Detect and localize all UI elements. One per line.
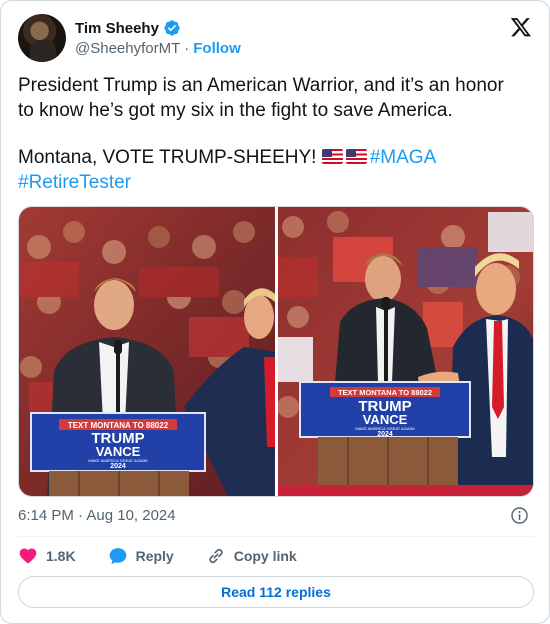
tweet-line-4: #RetireTester [18,171,534,196]
follow-button[interactable]: Follow [193,40,241,57]
tweet-line-2: to know he’s got my six in the fight to … [18,99,453,121]
x-logo-icon[interactable] [510,16,532,38]
hashtag-maga[interactable]: #MAGA [370,147,437,168]
tweet-actions: 1.8K Reply Copy link [18,545,329,567]
read-replies-button[interactable]: Read 112 replies [18,576,534,608]
separator-dot: · [184,40,190,57]
reply-bubble-icon [109,548,126,565]
info-icon[interactable] [510,506,529,525]
divider [18,536,534,537]
verified-badge-icon [164,20,180,36]
sign-banner-left: TEXT MONTANA TO 88022 [68,421,169,430]
photo-left[interactable]: TEXT MONTANA TO 88022 TRUMP VANCE MAKE A… [19,207,275,496]
reply-label: Reply [135,548,174,564]
sign-year-left: 2024 [110,463,126,470]
tweet-text: President Trump is an American Warrior, … [18,74,534,195]
avatar[interactable] [18,14,66,62]
heart-icon [19,548,37,564]
copy-link-button[interactable]: Copy link [206,546,297,566]
copy-link-label: Copy link [233,548,297,564]
hashtag-retiretester[interactable]: #RetireTester [18,172,131,193]
us-flag-icon [345,149,367,164]
photo-right[interactable]: TEXT MONTANA TO 88022 TRUMP VANCE MAKE A… [278,207,533,496]
tweet-header: Tim Sheehy @SheehyforMT · Follow [18,14,534,62]
sign-vance-right: VANCE [363,412,408,427]
tweet-line-3: Montana, VOTE TRUMP-SHEEHY! #MAGA [18,146,534,171]
sign-banner-right: TEXT MONTANA TO 88022 [338,388,432,397]
tweet-card: Tim Sheehy @SheehyforMT · Follow Preside… [0,0,550,624]
author-handle-row: @SheehyforMT · Follow [75,40,241,57]
like-button[interactable]: 1.8K [18,546,76,566]
like-count: 1.8K [46,548,76,564]
tweet-line-3-text: Montana, VOTE TRUMP-SHEEHY! [18,147,317,168]
tweet-line-1: President Trump is an American Warrior, … [18,75,504,96]
author-handle[interactable]: @SheehyforMT [75,40,180,57]
tweet-timestamp[interactable]: 6:14 PM · Aug 10, 2024 [18,507,176,524]
us-flag-icon [321,149,343,164]
reply-button[interactable]: Reply [108,546,174,566]
author-name-row: Tim Sheehy [75,18,181,38]
author-name[interactable]: Tim Sheehy [75,20,159,37]
sign-year-right: 2024 [377,431,393,438]
link-icon [209,548,223,564]
sign-vance-left: VANCE [96,444,141,459]
tweet-media: TEXT MONTANA TO 88022 TRUMP VANCE MAKE A… [18,206,534,497]
